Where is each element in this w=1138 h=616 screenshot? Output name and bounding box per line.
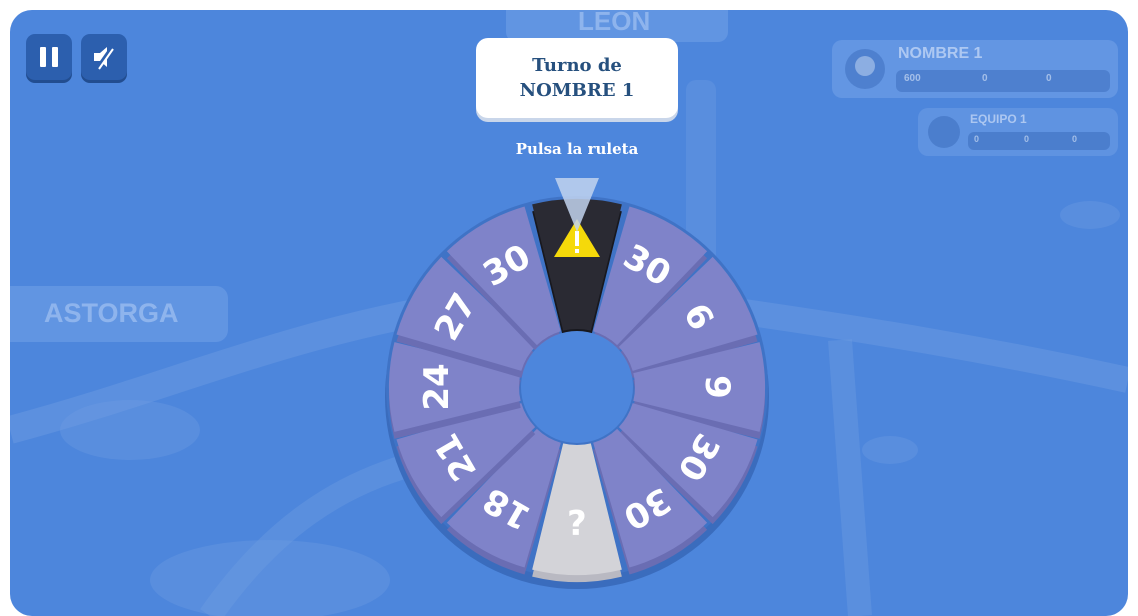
warning-dot xyxy=(575,249,579,253)
game-screen: LEON ASTORGA NOMBRE 1 600 0 0 EQUIPO 1 0… xyxy=(10,10,1128,616)
wheel-segment-label: 9 xyxy=(697,375,737,399)
wheel-segment-label: ¿ xyxy=(567,507,587,547)
wheel-hub xyxy=(521,331,633,443)
warning-mark xyxy=(575,231,579,246)
roulette-wheel[interactable]: 30693030¿1821242730 xyxy=(10,10,1128,616)
wheel-segment-label: 24 xyxy=(417,363,457,410)
